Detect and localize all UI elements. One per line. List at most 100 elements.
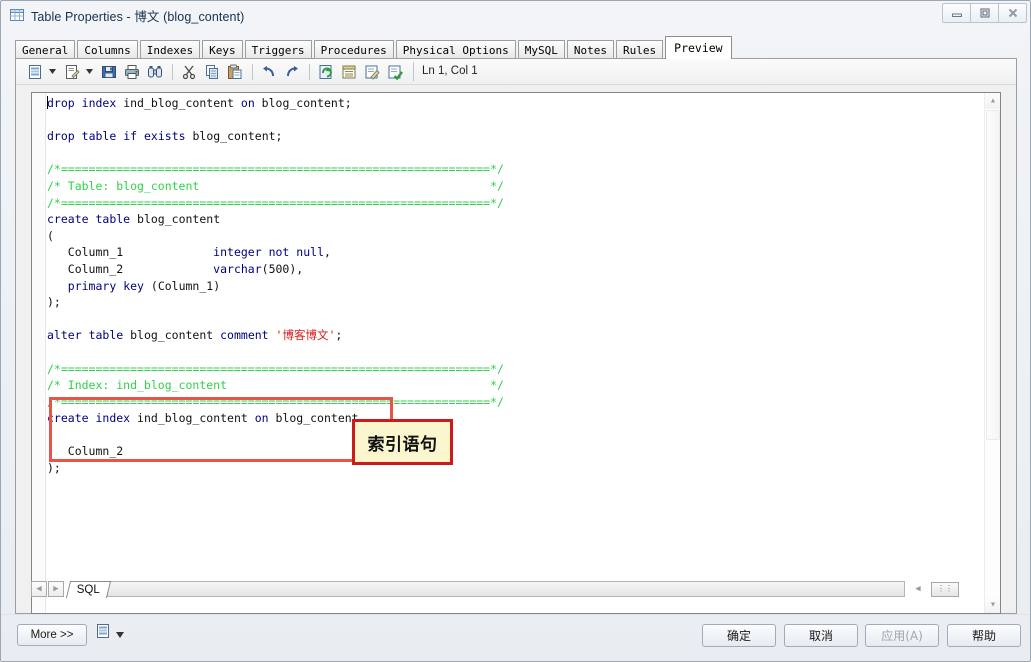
printer-icon[interactable] [121, 61, 143, 83]
floppy-disk-icon[interactable] [98, 61, 120, 83]
table-properties-window: Table Properties - 博文 (blog_content) Gen… [0, 0, 1031, 662]
edit-document-icon[interactable] [61, 61, 83, 83]
redo-arrow-icon[interactable] [281, 61, 303, 83]
maximize-button[interactable] [970, 3, 999, 23]
more-button[interactable]: More >> [17, 624, 87, 646]
token-kw: table [95, 212, 131, 227]
list-page-icon[interactable] [338, 61, 360, 83]
tab-indexes[interactable]: Indexes [139, 40, 201, 59]
token-kw: create [47, 212, 89, 227]
scroll-left-button[interactable]: ◀ [911, 581, 925, 597]
toolbar-separator [172, 63, 173, 80]
editor-gutter [32, 93, 46, 613]
token-kw: if [123, 129, 138, 144]
window-controls [942, 3, 1027, 24]
close-button[interactable] [998, 3, 1027, 23]
token-kw: on [240, 96, 255, 110]
tab-label: General [22, 44, 69, 57]
token-plain: , [324, 245, 331, 260]
refresh-page-icon[interactable] [315, 61, 337, 83]
scroll-down-button[interactable]: ▼ [985, 597, 1000, 613]
code-line: primary key (Column_1) [47, 278, 982, 295]
tab-columns[interactable]: Columns [77, 40, 138, 59]
token-plain: ); [47, 295, 61, 310]
code-line: /*======================================… [47, 394, 982, 411]
undo-arrow-icon[interactable] [258, 61, 280, 83]
tab-label: Keys [209, 44, 236, 57]
apply-button: 应用(A) [865, 624, 939, 647]
code-line: ); [47, 460, 982, 477]
property-tabs[interactable]: General Columns Indexes Keys Triggers Procedu… [15, 36, 1017, 59]
tab-preview[interactable]: Preview [665, 36, 732, 59]
ok-button[interactable]: 确定 [702, 624, 776, 647]
code-line: /*======================================… [47, 161, 982, 178]
preview-panel: Ln 1, Col 1 drop index ind_blog_content … [15, 58, 1017, 614]
annotation-callout: 索引语句 [352, 419, 453, 465]
sql-editor[interactable]: drop index ind_blog_content on blog_cont… [31, 92, 1001, 614]
copy-icon[interactable] [201, 61, 223, 83]
binoculars-icon[interactable] [144, 61, 166, 83]
caret-down-icon[interactable] [47, 61, 58, 83]
token-kw: comment [220, 328, 269, 343]
sql-code[interactable]: drop index ind_blog_content on blog_cont… [47, 95, 982, 613]
prev-arrow-icon[interactable]: ◀ [31, 581, 47, 597]
tab-label: Triggers [251, 44, 305, 57]
editor-toolbar[interactable]: Ln 1, Col 1 [16, 59, 1016, 85]
caret-down-icon[interactable] [84, 61, 95, 83]
sheet-bar-filler [107, 581, 905, 597]
code-line: Column_1 integer not null, [47, 244, 982, 261]
tab-triggers[interactable]: Triggers [244, 40, 312, 59]
editor-vertical-scrollbar[interactable]: ▲ ▼ [984, 93, 1000, 613]
help-button[interactable]: 帮助 [947, 624, 1021, 647]
token-plain: blog_content; [185, 129, 283, 144]
cancel-button[interactable]: 取消 [784, 624, 858, 647]
token-plain: Column_2 [47, 261, 214, 276]
sheet-tab-bar[interactable]: ◀ ▶ SQL ◀ ⋮⋮ [31, 580, 1001, 598]
code-line: ( [47, 427, 982, 444]
next-arrow-icon[interactable]: ▶ [48, 581, 64, 597]
pencil-page-icon[interactable] [361, 61, 383, 83]
title-bar[interactable]: Table Properties - 博文 (blog_content) [1, 1, 1030, 29]
check-page-icon[interactable] [384, 61, 406, 83]
sheet-tabs[interactable]: SQL [65, 580, 112, 598]
token-plain: blog_content; [254, 96, 352, 110]
token-kw: primary [67, 278, 117, 293]
code-line: drop table if exists blog_content; [47, 128, 982, 145]
tab-mysql[interactable]: MySQL [517, 40, 565, 59]
caret-down-icon[interactable] [116, 625, 124, 643]
tab-physical-options[interactable]: Physical Options [395, 40, 516, 59]
tab-label: Columns [84, 44, 131, 57]
script-small-icon[interactable] [95, 623, 111, 644]
token-kw: varchar [213, 261, 262, 276]
tab-rules[interactable]: Rules [616, 40, 664, 59]
minimize-button[interactable] [942, 3, 971, 23]
code-line: /* Table: blog_content */ [47, 178, 982, 195]
tab-general[interactable]: General [15, 40, 76, 59]
tab-keys[interactable]: Keys [202, 40, 243, 59]
hscrollbar-thumb[interactable]: ⋮⋮ [931, 581, 959, 597]
horizontal-scrollbar[interactable]: ◀ ⋮⋮ [911, 581, 1001, 597]
token-kw: index [81, 96, 117, 110]
script-icon[interactable] [24, 61, 46, 83]
scrollbar-thumb[interactable] [986, 110, 1000, 440]
token-plain: blog_content [130, 212, 221, 227]
tab-procedures[interactable]: Procedures [313, 40, 394, 59]
up-arrow-icon: ▲ [989, 97, 997, 105]
token-kw: index [95, 411, 131, 426]
scroll-up-button[interactable]: ▲ [985, 93, 1000, 109]
scissors-icon[interactable] [178, 61, 200, 83]
window-title: Table Properties - 博文 (blog_content) [31, 9, 245, 24]
token-cmt: /*======================================… [47, 162, 504, 177]
code-line: Column_2 [47, 443, 982, 460]
tab-notes[interactable]: Notes [566, 40, 615, 59]
more-options-split[interactable] [95, 623, 124, 644]
sheet-tab-sql[interactable]: SQL [65, 581, 112, 598]
code-line: /* Index: ind_blog_content */ [47, 377, 982, 394]
clipboard-paste-icon[interactable] [224, 61, 246, 83]
tab-label: Notes [573, 44, 608, 57]
